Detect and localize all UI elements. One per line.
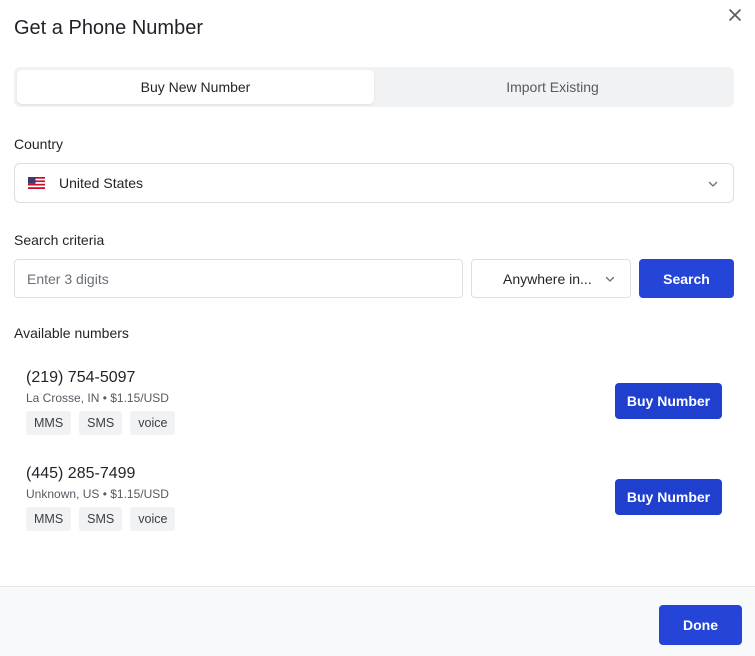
- close-icon[interactable]: [726, 6, 744, 24]
- dialog-title: Get a Phone Number: [14, 17, 203, 39]
- tag-mms: MMS: [26, 507, 72, 531]
- available-numbers-label: Available numbers: [14, 325, 129, 341]
- number-meta: La Crosse, IN • $1.15/USD: [26, 391, 169, 405]
- country-value: United States: [59, 175, 144, 191]
- tab-buy-new-number[interactable]: Buy New Number: [17, 70, 374, 104]
- capability-tags: MMS SMS voice: [26, 507, 176, 531]
- tag-voice: voice: [130, 507, 176, 531]
- tag-sms: SMS: [79, 507, 123, 531]
- digits-search-input[interactable]: [14, 259, 463, 298]
- search-button[interactable]: Search: [639, 259, 734, 298]
- us-flag-icon: [28, 177, 45, 189]
- capability-tags: MMS SMS voice: [26, 411, 176, 435]
- country-label: Country: [14, 136, 64, 152]
- phone-number: (445) 285-7499: [26, 465, 136, 482]
- phone-number: (219) 754-5097: [26, 369, 136, 386]
- buy-number-button[interactable]: Buy Number: [615, 479, 722, 515]
- search-criteria-label: Search criteria: [14, 232, 105, 248]
- phone-number-dialog: Get a Phone Number Buy New Number Import…: [0, 0, 755, 656]
- tab-bar: Buy New Number Import Existing: [14, 67, 734, 107]
- tag-sms: SMS: [79, 411, 123, 435]
- dialog-footer: Done: [0, 586, 755, 656]
- buy-number-button[interactable]: Buy Number: [615, 383, 722, 419]
- country-select[interactable]: United States: [14, 163, 734, 203]
- list-item: (219) 754-5097 La Crosse, IN • $1.15/USD…: [26, 369, 726, 449]
- tab-import-existing[interactable]: Import Existing: [374, 70, 731, 104]
- number-meta: Unknown, US • $1.15/USD: [26, 487, 169, 501]
- chevron-down-icon: [708, 181, 718, 187]
- chevron-down-icon: [605, 276, 615, 282]
- location-dropdown[interactable]: Anywhere in...: [471, 259, 631, 298]
- tag-mms: MMS: [26, 411, 72, 435]
- location-value: Anywhere in...: [503, 270, 592, 287]
- list-item: (445) 285-7499 Unknown, US • $1.15/USD M…: [26, 465, 726, 545]
- done-button[interactable]: Done: [659, 605, 742, 645]
- tag-voice: voice: [130, 411, 176, 435]
